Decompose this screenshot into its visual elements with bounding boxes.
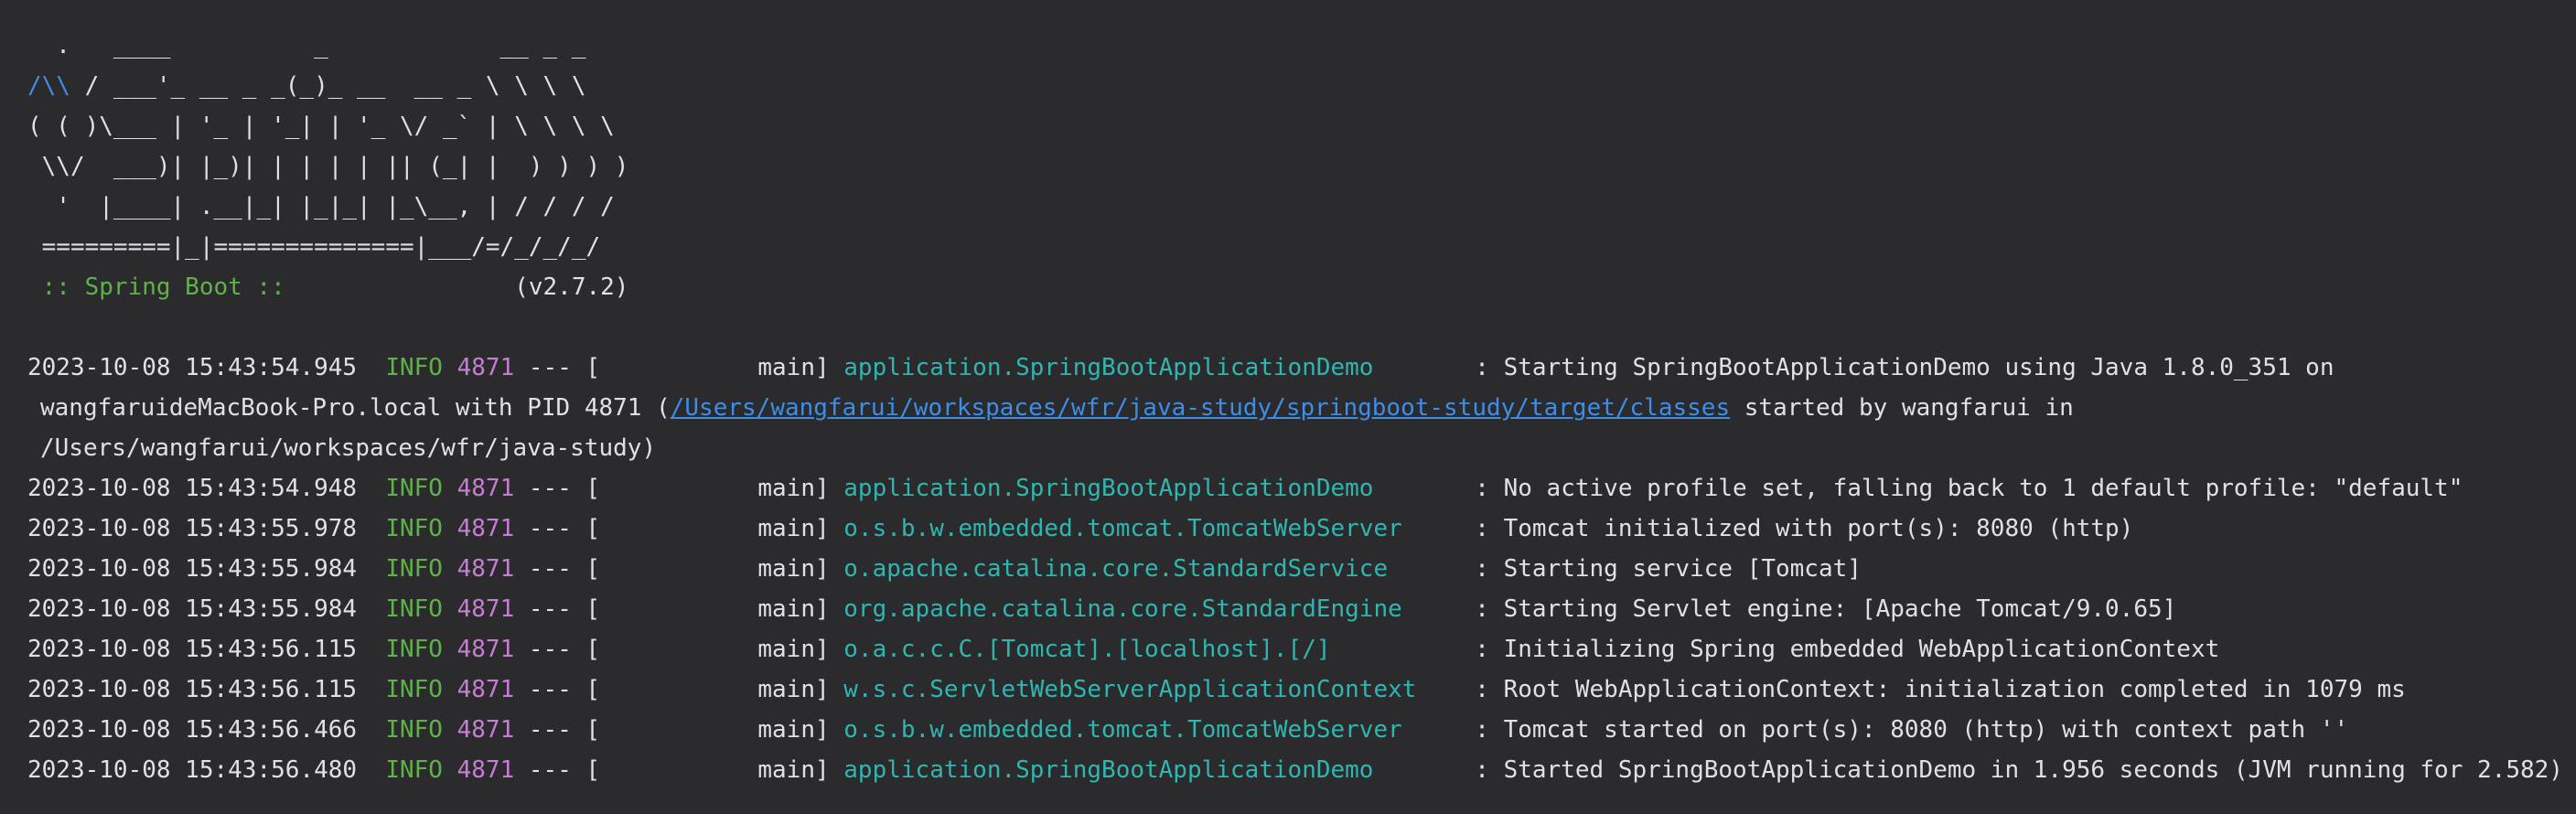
log-continuation-prefix: wangfaruideMacBook-Pro.local with PID 48… [40,394,671,422]
log-separator: --- [ [514,555,601,583]
log-line: 2023-10-08 15:43:55.984 INFO 4871 --- [ … [27,549,2576,589]
log-separator: --- [ [514,515,601,542]
log-timestamp: 2023-10-08 15:43:55.978 [27,515,358,542]
classes-path-link[interactable]: /Users/wangfarui/workspaces/wfr/java-stu… [671,394,1730,422]
log-thread: main] [600,676,844,703]
spring-boot-version: (v2.7.2) [299,273,629,301]
log-thread: main] [600,354,844,381]
log-message: : Starting SpringBootApplicationDemo usi… [1475,354,2334,381]
log-pid: 4871 [456,555,515,583]
log-logger: o.s.b.w.embedded.tomcat.TomcatWebServer [843,716,1402,744]
log-level: INFO [385,515,443,542]
log-message: : Starting service [Tomcat] [1475,555,1862,583]
log-message: : Tomcat started on port(s): 8080 (http)… [1475,716,2349,744]
log-line: 2023-10-08 15:43:55.978 INFO 4871 --- [ … [27,509,2576,549]
banner-line: ' |____| .__|_| |_|_| |_\__, | / / / / [27,193,615,220]
log-line: 2023-10-08 15:43:56.115 INFO 4871 --- [ … [27,629,2576,669]
log-continuation-line: wangfaruideMacBook-Pro.local with PID 48… [27,388,2576,428]
log-thread: main] [600,555,844,583]
log-pid: 4871 [456,756,515,784]
log-timestamp: 2023-10-08 15:43:55.984 [27,595,358,623]
log-timestamp: 2023-10-08 15:43:56.115 [27,676,358,703]
banner-line: . ____ _ __ _ _ [27,32,586,59]
log-logger: org.apache.catalina.core.StandardEngine [843,595,1402,623]
log-level: INFO [385,716,443,744]
log-message: : Tomcat initialized with port(s): 8080 … [1475,515,2134,542]
log-thread: main] [600,515,844,542]
log-logger: application.SpringBootApplicationDemo [843,756,1374,784]
log-pid: 4871 [456,475,515,502]
log-message: : Started SpringBootApplicationDemo in 1… [1475,756,2563,784]
banner-version-line: :: Spring Boot :: (v2.7.2) [27,267,2576,307]
log-level: INFO [385,475,443,502]
log-logger: o.apache.catalina.core.StandardService [843,555,1389,583]
log-logger: o.s.b.w.embedded.tomcat.TomcatWebServer [843,515,1402,542]
log-thread: main] [600,716,844,744]
log-level: INFO [385,595,443,623]
log-pid: 4871 [456,676,515,703]
banner-line: \\/ ___)| |_)| | | | | || (_| | ) ) ) ) [27,153,629,180]
log-thread: main] [600,595,844,623]
log-pid: 4871 [456,716,515,744]
banner-line-rest: / ___'_ __ _ _(_)_ __ __ _ \ \ \ \ [70,72,586,100]
log-timestamp: 2023-10-08 15:43:54.945 [27,354,358,381]
log-timestamp: 2023-10-08 15:43:56.466 [27,716,358,744]
log-continuation-suffix: started by wangfarui in [1730,394,2074,422]
log-level: INFO [385,676,443,703]
log-level: INFO [385,354,443,381]
log-continuation-line: /Users/wangfarui/workspaces/wfr/java-stu… [40,434,657,462]
log-line: 2023-10-08 15:43:54.945 INFO 4871 --- [ … [27,348,2576,388]
log-pid: 4871 [456,595,515,623]
banner-accent: /\\ [27,72,70,100]
log-level: INFO [385,636,443,663]
log-separator: --- [ [514,636,601,663]
log-logger: o.a.c.c.C.[Tomcat].[localhost].[/] [843,636,1331,663]
log-thread: main] [600,756,844,784]
spring-banner: . ____ _ __ _ _ /\\ / ___'_ __ _ _(_)_ _… [27,26,2576,307]
spring-boot-label: :: Spring Boot :: [27,273,300,301]
log-timestamp: 2023-10-08 15:43:54.948 [27,475,358,502]
log-pid: 4871 [456,515,515,542]
log-logger: application.SpringBootApplicationDemo [843,475,1374,502]
log-separator: --- [ [514,475,601,502]
log-logger: w.s.c.ServletWebServerApplicationContext [843,676,1417,703]
banner-line: /\\ / ___'_ __ _ _(_)_ __ __ _ \ \ \ \ [27,66,2576,106]
log-message: : Root WebApplicationContext: initializa… [1475,676,2406,703]
console-output[interactable]: . ____ _ __ _ _ /\\ / ___'_ __ _ _(_)_ _… [0,0,2576,814]
log-logger: application.SpringBootApplicationDemo [843,354,1374,381]
log-pid: 4871 [456,636,515,663]
log-separator: --- [ [514,716,601,744]
log-line: 2023-10-08 15:43:55.984 INFO 4871 --- [ … [27,589,2576,629]
log-level: INFO [385,756,443,784]
log-timestamp: 2023-10-08 15:43:55.984 [27,555,358,583]
banner-line: ( ( )\___ | '_ | '_| | '_ \/ _` | \ \ \ … [27,112,615,140]
log-message: : No active profile set, falling back to… [1475,475,2463,502]
log-separator: --- [ [514,595,601,623]
log-level: INFO [385,555,443,583]
log-message: : Starting Servlet engine: [Apache Tomca… [1475,595,2177,623]
log-separator: --- [ [514,756,601,784]
log-line: 2023-10-08 15:43:54.948 INFO 4871 --- [ … [27,468,2576,509]
log-separator: --- [ [514,676,601,703]
log-thread: main] [600,636,844,663]
log-message: : Initializing Spring embedded WebApplic… [1475,636,2220,663]
banner-line: =========|_|==============|___/=/_/_/_/ [27,233,601,261]
log-line: 2023-10-08 15:43:56.115 INFO 4871 --- [ … [27,669,2576,710]
log-separator: --- [ [514,354,601,381]
log-line: 2023-10-08 15:43:56.480 INFO 4871 --- [ … [27,750,2576,790]
log-timestamp: 2023-10-08 15:43:56.115 [27,636,358,663]
log-timestamp: 2023-10-08 15:43:56.480 [27,756,358,784]
log-line: 2023-10-08 15:43:56.466 INFO 4871 --- [ … [27,710,2576,750]
log-pid: 4871 [456,354,515,381]
log-thread: main] [600,475,844,502]
